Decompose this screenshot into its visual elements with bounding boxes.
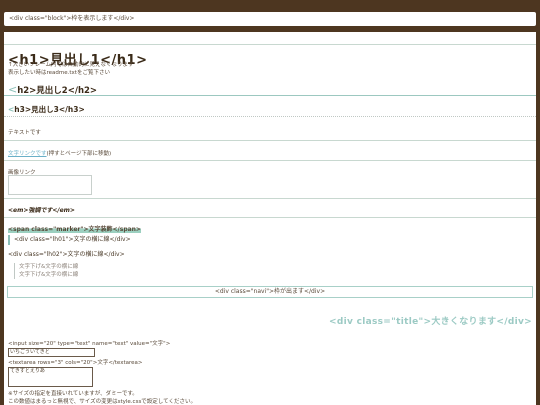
input-code: <input size="20" type="text" name="text"… bbox=[8, 341, 171, 347]
h1-note-line-2: 表示したい時はreadme.txtをご覧下さい bbox=[8, 70, 110, 76]
heading-3: <h3>見出し3</h3> bbox=[8, 104, 85, 115]
divider bbox=[4, 160, 536, 161]
text-link[interactable]: 文字リンクです bbox=[8, 151, 47, 157]
link-row: 文字リンクです(押すとページ下部に移動) bbox=[8, 149, 111, 157]
h3-underline bbox=[4, 116, 536, 117]
lh01-text: <div class="lh01">文字の横に線</div> bbox=[8, 235, 131, 245]
emphasis-text: <em>強調です</em> bbox=[8, 207, 75, 214]
marker-text: <span class="marker">文字装飾</span> bbox=[8, 224, 141, 233]
block-frame: <div class="block">枠を表示します</div> bbox=[4, 12, 536, 26]
h2-underline bbox=[4, 95, 536, 96]
image-link[interactable] bbox=[8, 175, 92, 195]
lh02-text: <div class="lh02">文字の横に線</div> bbox=[8, 251, 125, 258]
h3-text: h3>見出し3</h3> bbox=[14, 105, 85, 114]
indent-line-1: 文字下げ&文字の横に線 bbox=[19, 264, 79, 270]
note-line-2: この数値はまるっと無視で、サイズの変更はstyle.cssで設定してください。 bbox=[8, 399, 196, 405]
body-text: テキストです bbox=[8, 130, 41, 136]
divider bbox=[4, 217, 536, 218]
link-note: (押すとページ下部に移動) bbox=[46, 151, 112, 157]
textarea-code: <textarea rows="3" cols="20">文字</textare… bbox=[8, 360, 143, 366]
indent-block: 文字下げ&文字の横に線 文字下げ&文字の横に線 bbox=[14, 263, 78, 279]
navi-box: <div class="navi">枠が出ます</div> bbox=[7, 286, 533, 298]
divider bbox=[4, 140, 536, 141]
text-input[interactable]: いちごういてきと bbox=[8, 348, 95, 357]
main-content: <h1>見出し1</h1> ↑大きいフレーム内では自動的に見えなくなります 表示… bbox=[4, 32, 536, 405]
h1-note-line-1: ↑大きいフレーム内では自動的に見えなくなります bbox=[8, 62, 134, 68]
divider bbox=[4, 44, 536, 45]
divider bbox=[4, 198, 536, 199]
indent-line-2: 文字下げ&文字の横に線 bbox=[19, 272, 79, 278]
textarea[interactable]: てきすとえりあ bbox=[8, 367, 93, 387]
note-line-1: ※サイズの指定を直接いれていますが、ダミーです。 bbox=[8, 391, 138, 397]
h1-note: ↑大きいフレーム内では自動的に見えなくなります 表示したい時はreadme.tx… bbox=[8, 61, 308, 77]
title-text: <div class="title">大きくなります</div> bbox=[329, 317, 532, 327]
